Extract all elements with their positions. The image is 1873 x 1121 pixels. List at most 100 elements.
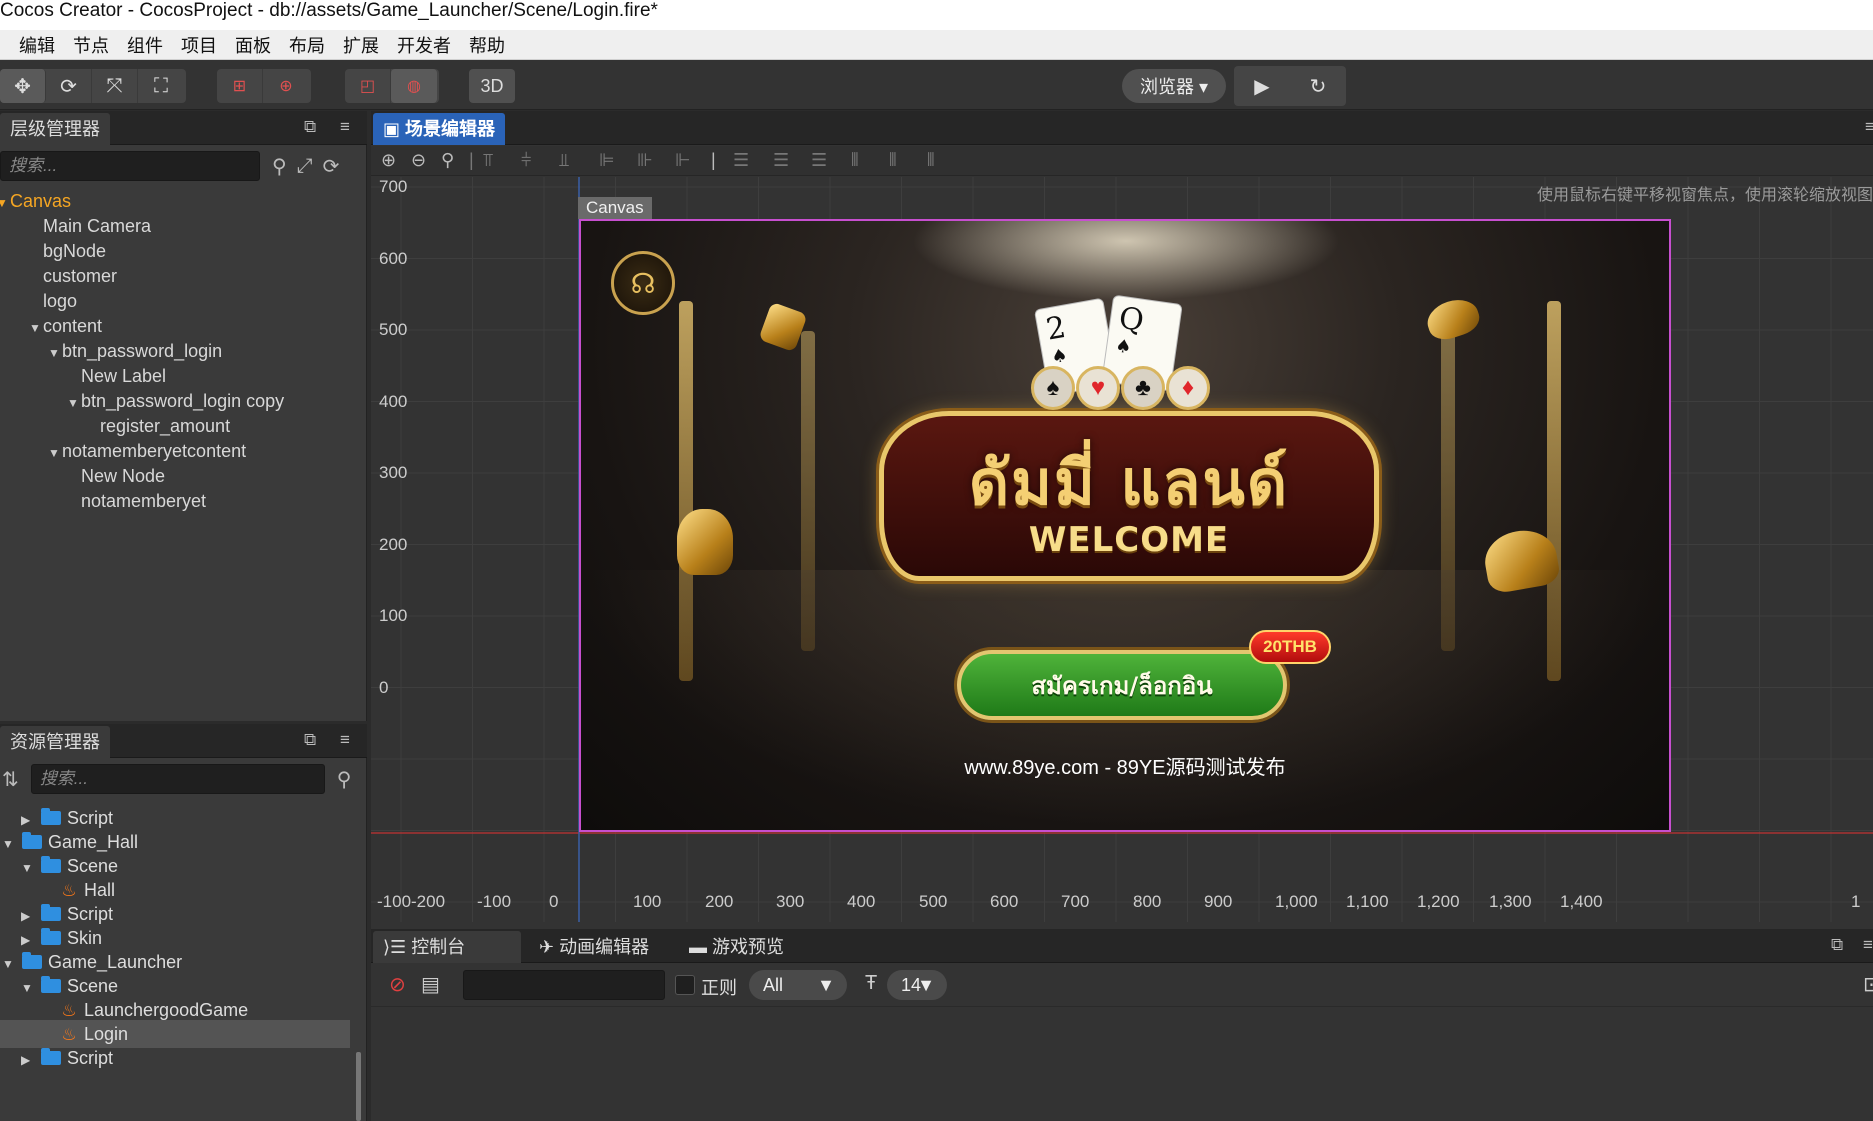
search-icon[interactable]: ⚲: [337, 767, 352, 792]
password-login-button[interactable]: สมัครเกม/ล็อกอิน: [957, 650, 1287, 720]
asset-label: Game_Launcher: [48, 952, 183, 972]
hierarchy-node-label: New Node: [81, 466, 166, 486]
distribute-right-icon[interactable]: ⫴: [927, 150, 935, 171]
font-size-select[interactable]: 14 ▼: [887, 970, 947, 1000]
local-global-icon[interactable]: ⊕: [263, 69, 309, 103]
menu-project[interactable]: 项目: [172, 32, 226, 58]
panel-menu-icon[interactable]: ≡: [1865, 117, 1873, 137]
popout-icon[interactable]: ⧉: [304, 730, 316, 750]
expand-icon[interactable]: ⤢: [297, 155, 313, 178]
gold-club-decor: [677, 509, 733, 575]
align-bottom-icon[interactable]: ⫫: [559, 150, 569, 171]
caret-down-icon[interactable]: ▼: [29, 313, 43, 343]
x-tick-label: 700: [1061, 892, 1090, 911]
panel-menu-icon[interactable]: ≡: [340, 117, 350, 137]
hierarchy-search-input[interactable]: 搜索...: [0, 151, 260, 181]
console-output[interactable]: [371, 1007, 1873, 1121]
caret-right-icon[interactable]: ▶: [21, 1046, 35, 1074]
register-amount-badge: 20THB: [1249, 630, 1331, 664]
asset-label: Game_Hall: [48, 832, 139, 852]
sort-icon[interactable]: ⇅: [2, 767, 19, 792]
align-vcenter-icon[interactable]: ⫩: [521, 150, 531, 171]
asset-folder[interactable]: ▶ Script: [0, 1044, 350, 1072]
popout-icon[interactable]: ⧉: [1831, 935, 1843, 955]
popout-icon[interactable]: ⧉: [304, 117, 316, 137]
scene-editor-tab[interactable]: ▣ 场景编辑器: [373, 113, 506, 145]
assets-scrollbar[interactable]: [356, 1052, 361, 1121]
assets-tab[interactable]: 资源管理器: [0, 726, 110, 758]
pivot-icon[interactable]: ⊞: [217, 69, 263, 103]
x-tick-label: 1,200: [1417, 892, 1460, 911]
y-tick-label: 700: [379, 177, 408, 196]
preview-platform-select[interactable]: 浏览器 ▾: [1122, 69, 1226, 103]
customer-service-icon[interactable]: ☊: [611, 251, 675, 315]
x-tick-label: -100-200: [377, 892, 446, 911]
assets-search-input[interactable]: 搜索...: [30, 764, 325, 794]
x-tick-label: 200: [705, 892, 734, 911]
game-preview-tab[interactable]: ▬ 游戏预览: [679, 931, 794, 963]
log-level-select[interactable]: All ▼: [749, 970, 847, 1000]
scale-tool-icon[interactable]: ⤧: [92, 69, 138, 103]
hierarchy-tab[interactable]: 层级管理器: [0, 113, 110, 145]
distribute-top-icon[interactable]: ☰: [733, 150, 749, 171]
gizmo-icon[interactable]: ◍: [391, 69, 437, 103]
canvas-node-frame[interactable]: ☊ 2 ♠ Q ♠ ดัมมี่ แลนด์ WELCOME ♠ ♥ ♣ ♦ ส…: [579, 219, 1671, 832]
menu-extension[interactable]: 扩展: [334, 32, 388, 58]
y-tick-label: 100: [379, 606, 408, 625]
menu-edit[interactable]: 编辑: [10, 32, 64, 58]
zoom-in-icon[interactable]: ⊕: [381, 150, 396, 171]
menu-developer[interactable]: 开发者: [388, 32, 460, 58]
chevron-down-icon: ▼: [817, 975, 835, 995]
club-icon: ♣: [1121, 366, 1165, 410]
menu-component[interactable]: 组件: [118, 32, 172, 58]
zoom-out-icon[interactable]: ⊖: [411, 150, 426, 171]
x-tick-label: 300: [776, 892, 805, 911]
clear-console-icon[interactable]: ⊘: [389, 972, 406, 997]
search-icon[interactable]: ⚲: [272, 154, 287, 179]
caret-down-icon[interactable]: ▼: [48, 438, 62, 468]
align-right-icon[interactable]: ⊩: [675, 150, 691, 171]
caret-down-icon[interactable]: ▼: [48, 338, 62, 368]
align-toolbar: ⊕ ⊖ ⚲ | ⫪ ⫩ ⫫ ⊫ ⊪ ⊩ | ☰ ☰ ☰ ⫴ ⫴ ⫴: [371, 146, 1873, 176]
refresh-icon[interactable]: ⟳: [323, 154, 340, 179]
panel-menu-icon[interactable]: ≡: [340, 730, 350, 750]
rect-tool-icon[interactable]: ⛶: [138, 69, 184, 103]
align-hcenter-icon[interactable]: ⊪: [637, 150, 653, 171]
caret-down-icon[interactable]: ▼: [67, 388, 81, 418]
game-logo: ดัมมี่ แลนด์ WELCOME: [879, 411, 1379, 581]
distribute-bottom-icon[interactable]: ☰: [811, 150, 827, 171]
console-settings-icon[interactable]: ⊡: [1863, 972, 1873, 997]
distribute-hcenter-icon[interactable]: ⫴: [889, 150, 897, 171]
animation-editor-tab[interactable]: ✈ 动画编辑器: [529, 931, 659, 963]
align-top-icon[interactable]: ⫪: [483, 150, 493, 171]
menu-node[interactable]: 节点: [64, 32, 118, 58]
console-filter-input[interactable]: [463, 970, 665, 1000]
distribute-vcenter-icon[interactable]: ☰: [773, 150, 789, 171]
menu-layout[interactable]: 布局: [280, 32, 334, 58]
gold-heart-decor: [1422, 293, 1484, 345]
rotate-tool-icon[interactable]: ⟳: [46, 69, 92, 103]
regex-checkbox[interactable]: [675, 975, 695, 995]
console-tab[interactable]: ⟩☰ 控制台: [373, 931, 521, 963]
x-tick-label: 1,000: [1275, 892, 1318, 911]
snap-icon[interactable]: ◰: [345, 69, 391, 103]
x-tick-label: 400: [847, 892, 876, 911]
zoom-reset-icon[interactable]: ⚲: [441, 150, 454, 171]
assets-search-row: ⇅ 搜索... ⚲: [0, 759, 367, 799]
menu-panel[interactable]: 面板: [226, 32, 280, 58]
folder-icon: [41, 904, 61, 921]
menu-help[interactable]: 帮助: [460, 32, 514, 58]
menu-bar: 编辑 节点 组件 项目 面板 布局 扩展 开发者 帮助: [0, 30, 1873, 60]
console-tab-label: 控制台: [411, 937, 466, 957]
move-tool-icon[interactable]: ✥: [0, 69, 46, 103]
game-preview-tab-label: 游戏预览: [712, 937, 785, 957]
toggle-3d-button[interactable]: 3D: [469, 69, 515, 103]
hierarchy-node[interactable]: notamemberyet: [67, 486, 206, 516]
open-log-file-icon[interactable]: ▤: [421, 972, 440, 997]
panel-menu-icon[interactable]: ≡: [1863, 935, 1873, 955]
refresh-icon[interactable]: ↻: [1290, 66, 1346, 106]
play-icon[interactable]: ▶: [1234, 66, 1290, 106]
distribute-left-icon[interactable]: ⫴: [851, 150, 859, 171]
align-left-icon[interactable]: ⊫: [599, 150, 615, 171]
caret-down-icon[interactable]: ▼: [0, 188, 10, 218]
